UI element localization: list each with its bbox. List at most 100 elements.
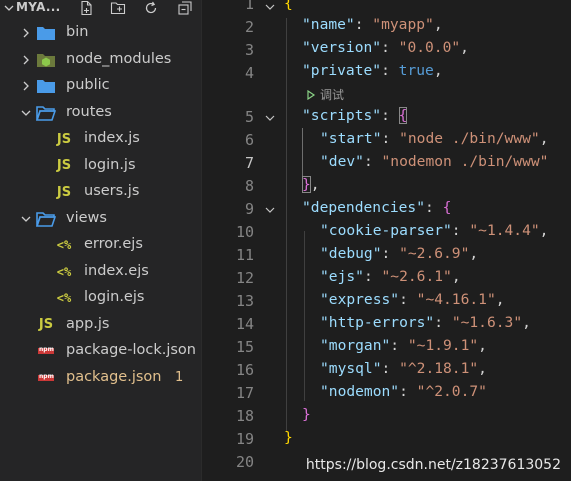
- brace-close: }: [302, 406, 311, 423]
- json-key: "version": [302, 39, 382, 56]
- chevron-right-icon: [23, 81, 29, 91]
- line-number: 6: [244, 131, 254, 149]
- fold-chevron-icon[interactable]: [264, 112, 276, 124]
- explorer-header[interactable]: MYA...: [0, 0, 201, 18]
- tree-item-label: package.json: [66, 368, 162, 385]
- line-number: 20: [235, 453, 254, 471]
- code-line-11: "debug": "~2.6.9",: [320, 245, 479, 262]
- line-number: 18: [235, 407, 254, 425]
- tree-file[interactable]: <% error.ejs: [0, 232, 201, 258]
- tree-folder[interactable]: bin: [0, 20, 201, 46]
- json-string: "^2.0.7": [416, 383, 487, 400]
- code-editor[interactable]: 1 2 3 4 5 6 7 8 9 10 11 12 13 14 15 16 17 18 19 20 { "name"…: [202, 0, 571, 481]
- code-line-4: "private": true,: [302, 62, 443, 79]
- explorer-sidebar: MYA... bin node_modulespublic routes JS inde…: [0, 0, 202, 481]
- code-line-15: "morgan": "~1.9.1",: [320, 337, 487, 354]
- brace-open: {: [284, 0, 293, 12]
- json-string: "~1.6.3": [451, 314, 523, 331]
- json-key: "nodemon": [320, 383, 400, 400]
- fold-chevron-icon[interactable]: [264, 204, 276, 216]
- line-number: 11: [235, 246, 254, 264]
- tree-item-label: app.js: [66, 315, 110, 332]
- line-number: 7: [244, 154, 254, 172]
- code-line-6: "start": "node ./bin/www",: [320, 130, 549, 147]
- json-key: "ejs": [320, 268, 364, 285]
- code-line-9: "dependencies": {: [302, 199, 452, 216]
- json-string: "nodemon ./bin/www": [381, 153, 549, 170]
- code-line-10: "cookie-parser": "~1.4.4",: [320, 222, 549, 239]
- tree-file[interactable]: JS index.js: [0, 126, 201, 152]
- tree-item-label: public: [66, 77, 110, 93]
- tree-folder[interactable]: node_modules: [0, 47, 201, 73]
- code-line-5: "scripts": {: [302, 107, 408, 124]
- js-icon: JS: [56, 131, 72, 147]
- codelens-label: 调试: [320, 88, 345, 102]
- tree-file[interactable]: JS login.js: [0, 153, 201, 179]
- line-number: 4: [244, 64, 254, 82]
- tree-file[interactable]: <% login.ejs: [0, 285, 201, 311]
- code-line-14: "http-errors": "~1.6.3",: [320, 314, 531, 331]
- json-string: "^2.18.1": [399, 360, 479, 377]
- tree-file[interactable]: <% index.ejs: [0, 259, 201, 285]
- code-line-8: },: [302, 176, 320, 193]
- collapse-all-icon[interactable]: [176, 0, 194, 16]
- json-key: "mysql": [320, 360, 382, 377]
- code-line-7: "dev": "nodemon ./bin/www": [320, 153, 549, 170]
- json-key: "dependencies": [302, 199, 426, 216]
- line-number: 12: [235, 269, 254, 287]
- tree-item-label: package-lock.json: [66, 342, 196, 358]
- code-line-13: "express": "~4.16.1",: [320, 291, 505, 308]
- tree-folder[interactable]: views: [0, 206, 201, 232]
- fold-chevron-icon[interactable]: [264, 1, 276, 13]
- tree-file[interactable]: npm package.json 1: [0, 365, 201, 391]
- tree-file[interactable]: npm package-lock.json: [0, 338, 201, 364]
- folder-blue-icon: [36, 77, 56, 95]
- line-number: 14: [235, 315, 254, 333]
- brace-open: {: [442, 199, 452, 216]
- tree-folder[interactable]: routes: [0, 100, 201, 126]
- code-line-12: "ejs": "~2.6.1",: [320, 268, 461, 285]
- line-number: 17: [235, 384, 254, 402]
- tree-folder[interactable]: public: [0, 73, 201, 99]
- json-string: "~1.9.1": [407, 337, 479, 354]
- explorer-title: MYA...: [16, 0, 61, 14]
- json-string: "~2.6.9": [399, 245, 470, 262]
- folder-open-icon: [36, 210, 56, 228]
- new-folder-icon[interactable]: [109, 0, 127, 16]
- refresh-icon[interactable]: [142, 0, 160, 16]
- tree-item-label: node_modules: [66, 50, 172, 67]
- line-number: 2: [244, 18, 254, 36]
- json-string: "node ./bin/www": [399, 130, 540, 147]
- tree-file[interactable]: JS app.js: [0, 312, 201, 338]
- tree-item-label: error.ejs: [84, 236, 143, 252]
- line-number: 3: [244, 41, 254, 59]
- tree-item-label: bin: [66, 24, 89, 40]
- line-number: 8: [244, 177, 254, 195]
- indent-guide: [304, 231, 305, 401]
- npm-icon: npm: [38, 372, 54, 381]
- brace-open: {: [398, 107, 408, 124]
- line-number: 16: [235, 361, 254, 379]
- chevron-right-icon: [23, 55, 29, 64]
- json-key: "cookie-parser": [320, 222, 452, 239]
- tree-item-label: index.ejs: [84, 262, 149, 279]
- codelens-debug[interactable]: 调试: [306, 86, 344, 103]
- chevron-down-icon[interactable]: [3, 2, 15, 14]
- line-number: 19: [235, 430, 254, 448]
- line-number: 5: [244, 108, 254, 126]
- json-key: "debug": [320, 245, 382, 262]
- tree-file[interactable]: JS users.js: [0, 179, 201, 205]
- new-file-icon[interactable]: [77, 0, 95, 16]
- json-string: "~4.16.1": [416, 291, 496, 308]
- code-line-16: "mysql": "^2.18.1",: [320, 360, 487, 377]
- json-key: "dev": [320, 153, 364, 170]
- json-key: "scripts": [302, 107, 382, 124]
- folder-blue-icon: [36, 24, 56, 42]
- json-key: "start": [320, 130, 382, 147]
- tree-item-label: login.ejs: [84, 289, 145, 305]
- folder-node-icon: [36, 51, 56, 69]
- json-key: "private": [302, 62, 382, 79]
- json-string: "myapp": [372, 16, 434, 33]
- json-string: "~2.6.1": [381, 268, 452, 285]
- tree-item-label: index.js: [84, 130, 140, 146]
